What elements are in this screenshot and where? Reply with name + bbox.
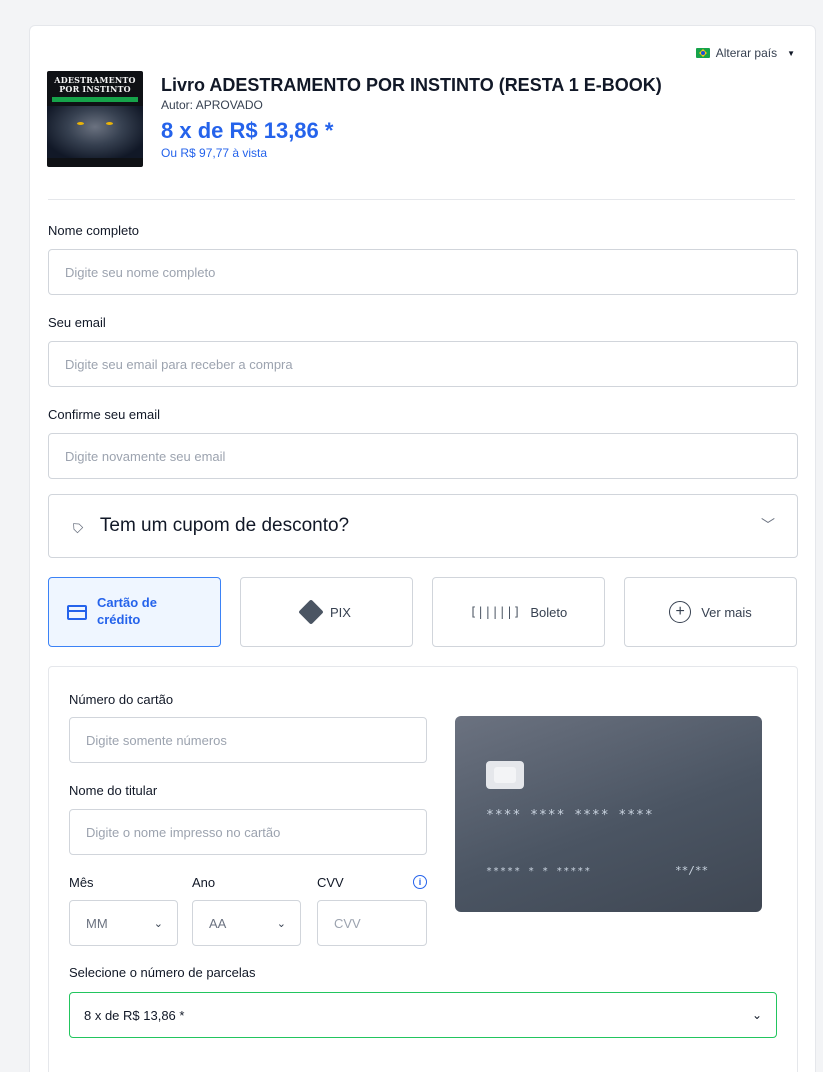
product-title: Livro ADESTRAMENTO POR INSTINTO (RESTA 1… — [161, 75, 662, 95]
chevron-down-icon: ⌄ — [751, 1008, 762, 1022]
installments-value: 8 x de R$ 13,86 * — [84, 1007, 185, 1023]
brazil-flag-icon — [695, 48, 710, 58]
year-select-value: AA — [209, 915, 227, 931]
plus-circle-icon: + — [669, 601, 692, 623]
year-select[interactable]: AA ⌄ — [192, 900, 301, 946]
payment-pix-button[interactable]: PIX — [240, 577, 413, 647]
checkout-card: Alterar país ▼ ADESTRAMENTO POR INSTINTO… — [29, 25, 816, 1072]
chevron-down-icon: ⌄ — [153, 917, 163, 930]
year-label: Ano — [192, 875, 216, 890]
name-input[interactable]: Digite seu nome completo — [48, 249, 798, 295]
change-country-button[interactable]: Alterar país ▼ — [695, 46, 795, 60]
chevron-down-icon: ⌄ — [276, 917, 286, 930]
product-author: Autor: APROVADO — [161, 98, 263, 112]
confirm-email-input[interactable]: Digite novamente seu email — [48, 433, 798, 479]
coupon-toggle[interactable]: ⌂ Tem um cupom de desconto? ﹀ — [48, 494, 798, 558]
wolf-eye-left — [77, 121, 84, 125]
payment-boleto-label: Boleto — [530, 604, 568, 620]
chip-icon — [486, 761, 524, 789]
barcode-icon: [|||||] — [469, 605, 521, 619]
book-cover-title-2: POR INSTINTO — [59, 83, 131, 94]
cvv-label: CVV — [317, 875, 344, 890]
payment-more-button[interactable]: + Ver mais — [624, 577, 797, 647]
card-preview-name: ***** * * ***** — [486, 866, 592, 877]
card-number-label: Número do cartão — [69, 692, 174, 707]
payment-pix-label: PIX — [330, 604, 351, 620]
payment-credit-card-label: Cartão de crédito — [97, 595, 157, 627]
product-info: Livro ADESTRAMENTO POR INSTINTO (RESTA 1… — [161, 71, 662, 167]
month-label: Mês — [69, 875, 94, 890]
pix-icon — [298, 599, 324, 625]
product-summary: ADESTRAMENTO POR INSTINTO Livro ADESTRAM… — [47, 71, 662, 167]
change-country-label: Alterar país — [715, 46, 778, 60]
cvv-input[interactable]: CVV — [317, 900, 427, 946]
book-cover-wolf — [47, 105, 143, 158]
email-input[interactable]: Digite seu email para receber a compra — [48, 341, 798, 387]
tag-icon: ⌂ — [65, 514, 87, 537]
book-cover-image: ADESTRAMENTO POR INSTINTO — [47, 71, 143, 167]
payment-boleto-button[interactable]: [|||||] Boleto — [432, 577, 605, 647]
caret-down-icon: ▼ — [787, 48, 795, 58]
payment-credit-card-button[interactable]: Cartão de crédito — [48, 577, 221, 647]
product-price: 8 x de R$ 13,86 * — [161, 118, 334, 143]
coupon-label: Tem um cupom de desconto? — [99, 515, 350, 536]
holder-name-label: Nome do titular — [69, 783, 158, 798]
credit-card-icon — [67, 604, 87, 620]
holder-name-input[interactable]: Digite o nome impresso no cartão — [69, 809, 427, 855]
card-preview-number: **** **** **** **** — [486, 808, 654, 823]
book-cover-stripe — [52, 96, 138, 102]
payment-more-label: Ver mais — [701, 604, 752, 620]
installments-select[interactable]: 8 x de R$ 13,86 * ⌄ — [69, 992, 777, 1038]
wolf-eye-right — [106, 121, 113, 125]
name-label: Nome completo — [48, 223, 140, 238]
month-select-value: MM — [86, 915, 108, 931]
product-cash-price: Ou R$ 97,77 à vista — [161, 146, 268, 160]
chevron-down-icon: ﹀ — [761, 517, 775, 533]
month-select[interactable]: MM ⌄ — [69, 900, 178, 946]
credit-card-preview: **** **** **** **** ***** * * ***** **/*… — [455, 716, 762, 912]
email-label: Seu email — [48, 315, 106, 330]
card-preview-expiry: **/** — [675, 864, 709, 877]
divider — [48, 199, 795, 200]
installments-label: Selecione o número de parcelas — [69, 965, 256, 980]
info-icon[interactable]: i — [413, 875, 427, 889]
confirm-email-label: Confirme seu email — [48, 407, 160, 422]
credit-card-panel: Número do cartão Digite somente números … — [48, 666, 798, 1072]
card-number-input[interactable]: Digite somente números — [69, 717, 427, 763]
